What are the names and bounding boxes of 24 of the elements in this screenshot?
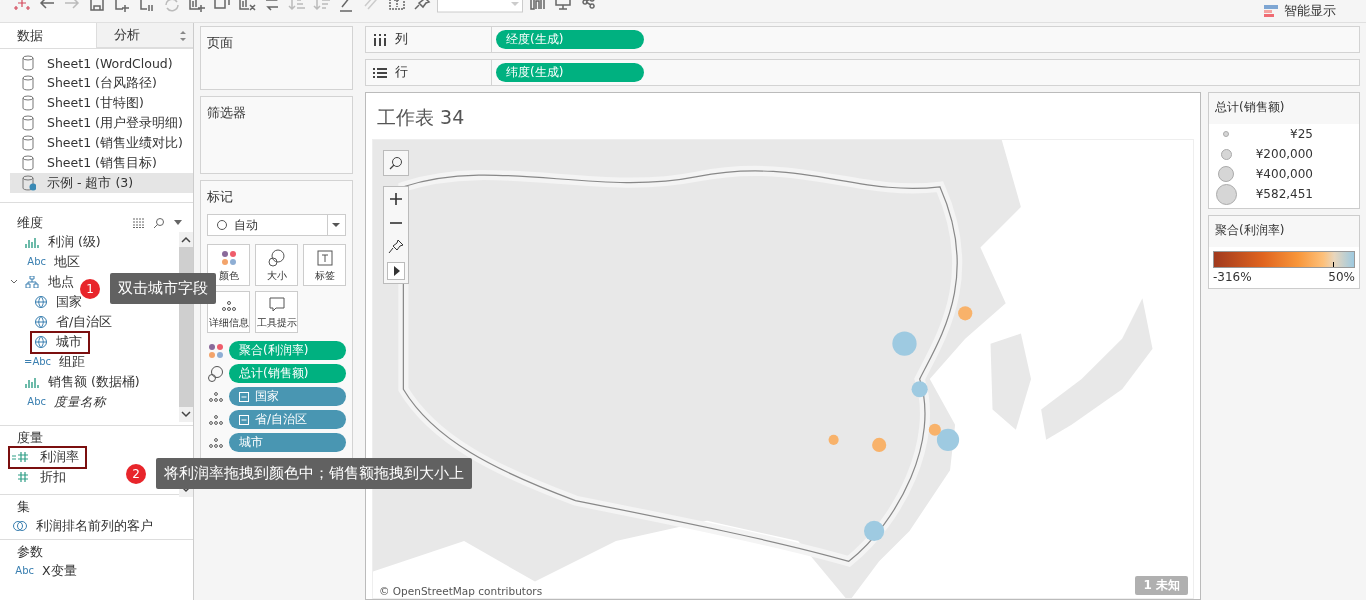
legend-value: ¥582,451 [1254,187,1314,201]
legend-value: -316% [1213,270,1252,284]
text-type-icon: Abc [24,255,46,269]
text-type-icon: =Abc [24,355,52,369]
legend-value: ¥400,000 [1254,167,1314,181]
shelf-title: 行 [395,64,408,81]
section-title: 度量 [17,429,44,447]
text-type-icon: Abc [24,395,46,409]
worksheet-title: 工作表 34 [376,105,466,130]
section-title: 维度 [17,214,44,232]
legend-value: 50% [1328,270,1355,284]
legend-value: ¥25 [1289,127,1314,141]
section-title: 参数 [17,543,44,561]
shelf-title: 列 [395,31,408,48]
legend-title: 总计(销售额) [1209,93,1359,124]
text-type-icon: Abc [12,564,34,578]
shelf-title: 筛选器 [207,105,246,120]
section-title: 集 [17,498,31,516]
shelf-title: 页面 [207,35,233,50]
callout-tooltip: 双击城市字段 [110,273,216,304]
shelf-title: 标记 [207,189,234,206]
legend-title: 聚合(利润率) [1209,216,1359,247]
callout-tooltip: 将利润率拖拽到颜色中；销售额拖拽到大小上 [156,458,472,489]
legend-value: ¥200,000 [1254,147,1314,161]
